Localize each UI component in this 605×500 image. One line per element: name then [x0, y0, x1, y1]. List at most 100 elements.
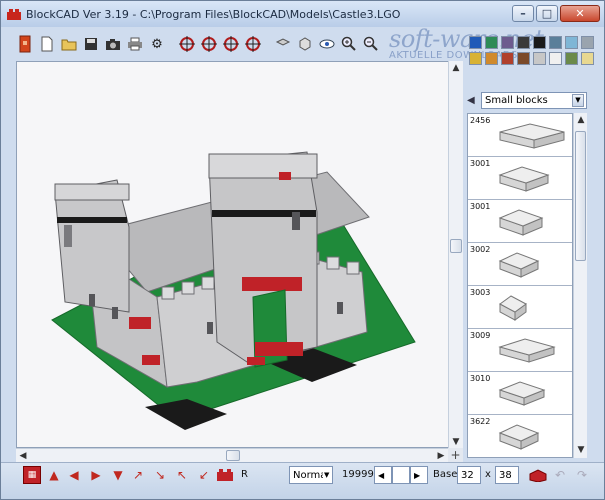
brick-thumbnail — [499, 123, 565, 149]
vertical-scroll-thumb[interactable] — [450, 239, 462, 253]
category-bar: ◀ Small blocks ▼ — [467, 91, 587, 109]
color-palette — [467, 36, 594, 88]
rotate-right-icon[interactable] — [243, 34, 263, 54]
brick-icon[interactable] — [527, 466, 549, 484]
parts-scroll-up-icon[interactable]: ▲ — [574, 113, 588, 127]
part-item[interactable]: 3001 — [468, 200, 572, 243]
window-title: BlockCAD Ver 3.19 - C:\Program Files\Blo… — [26, 7, 401, 21]
rotate-down-icon[interactable] — [199, 34, 219, 54]
color-swatch[interactable] — [485, 36, 498, 49]
new-file-icon[interactable] — [37, 34, 57, 54]
brick-color-icon[interactable] — [216, 466, 234, 484]
save-icon[interactable] — [81, 34, 101, 54]
move-diag-se-icon[interactable]: ↘ — [151, 466, 169, 484]
move-left-icon[interactable]: ◀ — [65, 466, 83, 484]
color-swatch[interactable] — [533, 52, 546, 65]
rotate-label: R — [241, 469, 248, 480]
move-diag-nw-icon[interactable]: ↖ — [173, 466, 191, 484]
app-window: BlockCAD Ver 3.19 - C:\Program Files\Blo… — [0, 0, 605, 500]
grid-toggle-icon[interactable]: ▦ — [23, 466, 41, 484]
redo-icon[interactable]: ↷ — [573, 466, 591, 484]
maximize-button[interactable]: □ — [536, 5, 558, 22]
scroll-right-icon[interactable]: ▶ — [434, 449, 448, 463]
part-id: 2456 — [470, 116, 491, 125]
part-item[interactable]: 3010 — [468, 372, 572, 415]
view-top-icon[interactable] — [273, 34, 293, 54]
new-block-icon[interactable] — [15, 34, 35, 54]
mode-select[interactable]: Normal ▼ — [289, 466, 333, 484]
print-icon[interactable] — [125, 34, 145, 54]
color-swatch[interactable] — [469, 36, 482, 49]
move-down-icon[interactable]: ▼ — [109, 466, 127, 484]
zoom-in-icon[interactable] — [339, 34, 359, 54]
part-item[interactable]: 2456 — [468, 114, 572, 157]
rotate-up-icon[interactable] — [221, 34, 241, 54]
move-up-icon[interactable]: ▲ — [45, 466, 63, 484]
viewport-vertical-scrollbar[interactable]: ▲ ▼ — [448, 61, 463, 461]
move-right-icon[interactable]: ▶ — [87, 466, 105, 484]
view-iso-icon[interactable] — [295, 34, 315, 54]
color-swatch[interactable] — [549, 52, 562, 65]
horizontal-scroll-thumb[interactable] — [226, 450, 240, 461]
color-swatch[interactable] — [501, 52, 514, 65]
model-viewport[interactable] — [16, 61, 463, 448]
counter-next-button[interactable]: ▶ — [410, 466, 428, 484]
move-diag-sw-icon[interactable]: ↙ — [195, 466, 213, 484]
counter-prev-button[interactable]: ◀ — [374, 466, 392, 484]
scroll-down-icon[interactable]: ▼ — [449, 435, 463, 449]
base-x-input[interactable]: 32 — [457, 466, 481, 484]
part-id: 3010 — [470, 374, 491, 383]
color-swatch[interactable] — [517, 52, 530, 65]
chevron-down-icon[interactable]: ▼ — [572, 93, 584, 107]
brick-thumbnail — [498, 209, 544, 236]
color-swatch[interactable] — [517, 36, 530, 49]
bottom-toolbar: ▦ ▲ ◀ ▶ ▼ ↗ ↘ ↖ ↙ R Normal ▼ 19999 ◀ ▶ B… — [1, 462, 604, 499]
color-swatch[interactable] — [581, 52, 594, 65]
color-swatch[interactable] — [469, 52, 482, 65]
color-swatch[interactable] — [485, 52, 498, 65]
block-counter: 19999 — [342, 469, 374, 480]
rotate-left-icon[interactable] — [177, 34, 197, 54]
category-selected: Small blocks — [485, 94, 548, 106]
toolbar-separator — [265, 34, 271, 54]
toolbar-separator — [169, 34, 175, 54]
scroll-up-icon[interactable]: ▲ — [449, 61, 463, 75]
brick-thumbnail — [498, 381, 546, 406]
color-swatch[interactable] — [533, 36, 546, 49]
viewport-horizontal-scrollbar[interactable]: ◀ ▶ — [16, 448, 448, 462]
part-item[interactable]: 3002 — [468, 243, 572, 286]
move-diag-ne-icon[interactable]: ↗ — [129, 466, 147, 484]
category-select[interactable]: Small blocks ▼ — [481, 91, 587, 109]
part-item[interactable]: 3622 — [468, 415, 572, 457]
part-item[interactable]: 3009 — [468, 329, 572, 372]
undo-icon[interactable]: ↶ — [551, 466, 569, 484]
color-swatch[interactable] — [565, 52, 578, 65]
color-swatch[interactable] — [501, 36, 514, 49]
scroll-left-icon[interactable]: ◀ — [16, 449, 30, 463]
parts-list: 2456 3001 3001 3002 3003 3009 3010 3622 — [467, 113, 573, 458]
zoom-plus-icon[interactable]: + — [448, 448, 463, 462]
settings-gear-icon[interactable]: ⚙ — [147, 34, 167, 54]
color-swatch[interactable] — [565, 36, 578, 49]
zoom-out-icon[interactable] — [361, 34, 381, 54]
minimize-button[interactable]: – — [512, 5, 534, 22]
mode-value: Normal — [293, 469, 323, 481]
base-y-input[interactable]: 38 — [495, 466, 519, 484]
camera-icon[interactable] — [103, 34, 123, 54]
brick-thumbnail — [498, 252, 540, 278]
parts-scroll-down-icon[interactable]: ▼ — [574, 443, 588, 457]
parts-scroll-thumb[interactable] — [575, 131, 586, 261]
color-swatch[interactable] — [581, 36, 594, 49]
close-button[interactable]: ✕ — [560, 5, 600, 22]
counter-slot[interactable] — [392, 466, 410, 484]
chevron-down-icon[interactable]: ▼ — [324, 471, 329, 479]
main-toolbar: ⚙ — [15, 31, 381, 57]
color-swatch[interactable] — [549, 36, 562, 49]
parts-scrollbar[interactable]: ▲ ▼ — [573, 113, 587, 458]
open-folder-icon[interactable] — [59, 34, 79, 54]
eye-icon[interactable] — [317, 34, 337, 54]
part-item[interactable]: 3003 — [468, 286, 572, 329]
category-prev-icon[interactable]: ◀ — [467, 95, 479, 106]
part-id: 3003 — [470, 288, 491, 297]
part-item[interactable]: 3001 — [468, 157, 572, 200]
